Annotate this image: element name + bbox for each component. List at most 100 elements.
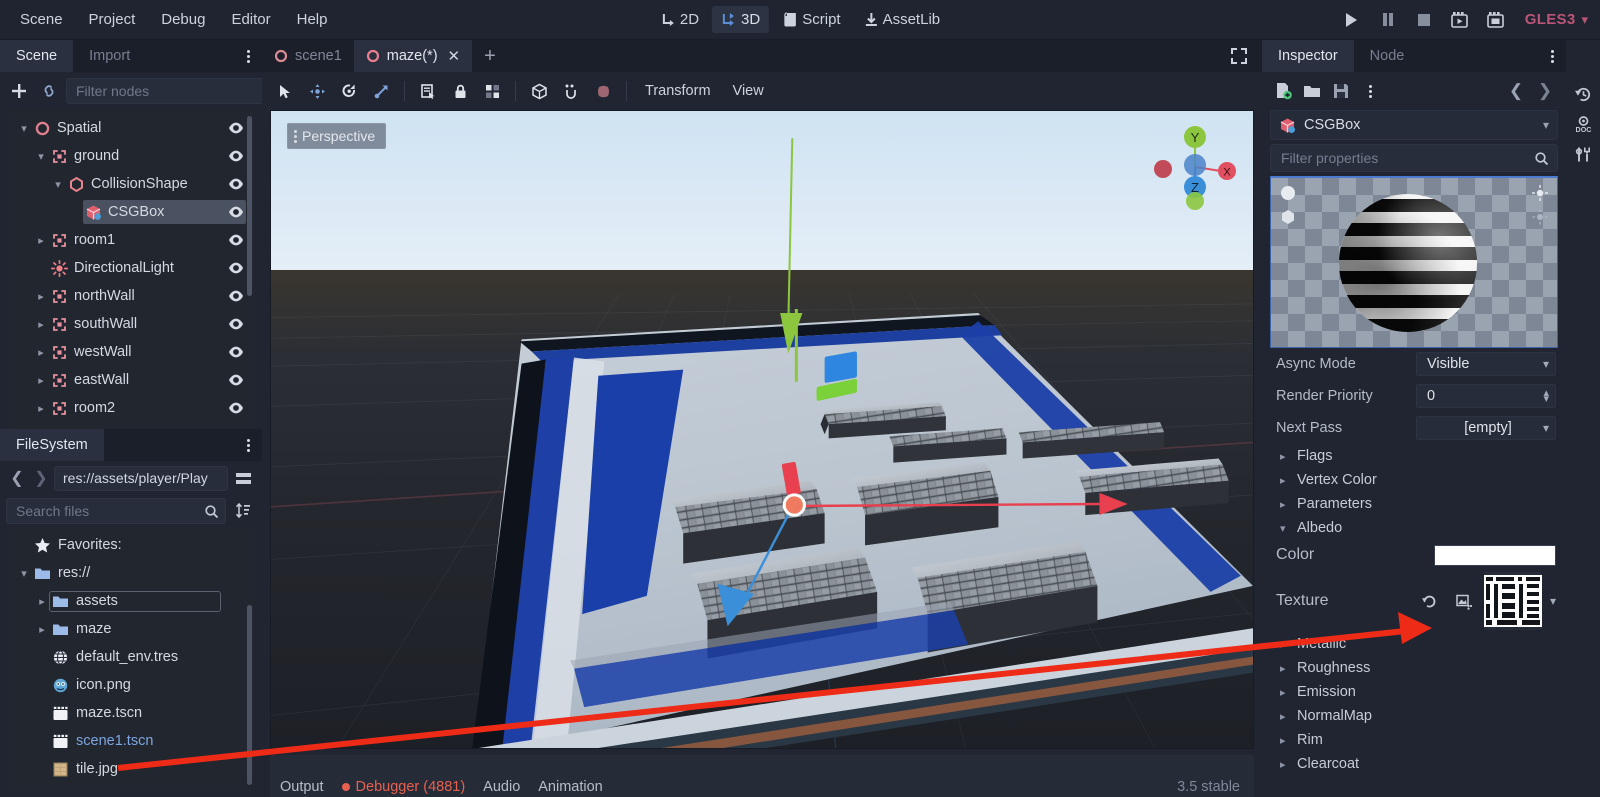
filesystem-item-icon-png[interactable]: icon.png — [8, 671, 254, 699]
scene-tree-item[interactable]: southWall — [49, 312, 246, 336]
chevron-down-icon[interactable]: ▾ — [16, 567, 32, 580]
filesystem-item-body[interactable]: scene1.tscn — [50, 732, 161, 751]
filter-properties-field[interactable] — [1270, 144, 1558, 172]
filesystem-item-body[interactable]: Favorites: — [32, 536, 130, 555]
preview-light-2-button[interactable] — [1531, 208, 1549, 226]
instance-child-scene-button[interactable] — [36, 78, 62, 104]
property-select-next-pass[interactable]: [empty] ▾ — [1416, 416, 1556, 440]
section-vertex-color[interactable]: ▸ Vertex Color — [1262, 468, 1566, 492]
filesystem-item-maze[interactable]: ▸ maze — [8, 615, 254, 643]
chevron-right-icon[interactable]: ▸ — [33, 346, 49, 359]
preview-sphere-shape-button[interactable] — [1279, 184, 1297, 202]
filesystem-item-favorites-[interactable]: Favorites: — [8, 531, 254, 559]
preview-light-1-button[interactable] — [1531, 184, 1549, 202]
scene-tree-item[interactable]: Spatial — [32, 116, 246, 140]
scene-tree[interactable]: ▾ Spatial ▾ ground ▾ CollisionShape CSGBox ▸ roo… — [8, 110, 254, 429]
chevron-right-icon[interactable]: ▸ — [33, 374, 49, 387]
3d-viewport[interactable]: Perspective Y X Z — [270, 110, 1254, 749]
mode-button-2d[interactable]: 2D — [651, 6, 708, 33]
spinner-icon[interactable]: ▴ ▾ — [1543, 387, 1549, 404]
history-prev-button[interactable]: ❮ — [1503, 78, 1529, 104]
filesystem-item-assets[interactable]: ▸ assets — [8, 587, 254, 615]
scene-tree-row-room2[interactable]: ▸ room2 — [8, 394, 254, 422]
visibility-icon[interactable] — [228, 372, 244, 388]
menu-scene[interactable]: Scene — [8, 5, 75, 34]
scene-tree-row-northwall[interactable]: ▸ northWall — [8, 282, 254, 310]
scene-tree-row-westwall[interactable]: ▸ westWall — [8, 338, 254, 366]
filter-nodes-input[interactable] — [76, 83, 257, 99]
scene-tree-item[interactable]: DirectionalLight — [49, 256, 246, 280]
chevron-right-icon[interactable]: ▸ — [33, 402, 49, 415]
texture-dropdown-caret[interactable]: ▾ — [1550, 594, 1556, 608]
mode-button-3d[interactable]: 3D — [712, 6, 770, 33]
filesystem-dock-menu-button[interactable] — [241, 429, 256, 461]
tool-lock-button[interactable] — [445, 77, 475, 105]
scene-tree-row-southwall[interactable]: ▸ southWall — [8, 310, 254, 338]
chevron-right-icon[interactable]: ▸ — [33, 318, 49, 331]
bottom-tab-output[interactable]: Output — [280, 779, 324, 795]
section-normalmap[interactable]: ▸ NormalMap — [1262, 704, 1566, 728]
visibility-icon[interactable] — [228, 148, 244, 164]
visibility-icon[interactable] — [228, 288, 244, 304]
property-spinbox-render-priority[interactable]: 0 ▴ ▾ — [1416, 384, 1556, 408]
filesystem-item-tile-jpg[interactable]: tile.jpg — [8, 755, 254, 783]
history-button[interactable] — [1569, 80, 1597, 108]
pause-button[interactable] — [1371, 5, 1405, 35]
stop-button[interactable] — [1407, 5, 1441, 35]
scene-tree-row-spatial[interactable]: ▾ Spatial — [8, 114, 254, 142]
menu-project[interactable]: Project — [77, 5, 148, 34]
visibility-icon[interactable] — [228, 176, 244, 192]
scene-tab-scene1[interactable]: scene1 — [262, 40, 354, 72]
bottom-tab-audio[interactable]: Audio — [483, 779, 520, 795]
bottom-tab-debugger[interactable]: Debugger (4881) — [341, 779, 465, 795]
resource-menu-button[interactable] — [1357, 78, 1383, 104]
section-parameters[interactable]: ▸ Parameters — [1262, 492, 1566, 516]
menu-debug[interactable]: Debug — [149, 5, 217, 34]
tool-rotate-button[interactable] — [334, 77, 364, 105]
save-resource-button[interactable] — [1328, 78, 1354, 104]
section-metallic[interactable]: ▸ Metallic — [1262, 632, 1566, 656]
inspector-dock-menu-button[interactable] — [1545, 40, 1560, 72]
tool-camera-preview-button[interactable] — [588, 77, 618, 105]
tab-inspector[interactable]: Inspector — [1262, 40, 1354, 72]
scene-tree-item[interactable]: northWall — [49, 284, 246, 308]
visibility-icon[interactable] — [228, 344, 244, 360]
tool-group-button[interactable] — [477, 77, 507, 105]
tool-local-space-button[interactable] — [524, 77, 554, 105]
sort-files-button[interactable] — [230, 498, 256, 524]
section-flags[interactable]: ▸ Flags — [1262, 444, 1566, 468]
play-custom-scene-button[interactable] — [1479, 5, 1513, 35]
scene-tree-item[interactable]: ground — [49, 144, 246, 168]
scene-dock-menu-button[interactable] — [241, 40, 256, 72]
documentation-button[interactable]: DOC — [1569, 110, 1597, 138]
mode-button-script[interactable]: Script — [773, 6, 849, 33]
nav-forward-button[interactable]: ❯ — [30, 466, 52, 490]
filter-nodes-field[interactable] — [66, 78, 283, 104]
tab-filesystem[interactable]: FileSystem — [0, 429, 104, 461]
menu-editor[interactable]: Editor — [219, 5, 282, 34]
filesystem-tree[interactable]: Favorites: ▾ res:// ▸ assets ▸ maze default_env… — [8, 527, 254, 791]
scene-tree-item[interactable]: CollisionShape — [66, 172, 246, 196]
filesystem-item-res-[interactable]: ▾ res:// — [8, 559, 254, 587]
visibility-icon[interactable] — [228, 260, 244, 276]
visibility-icon[interactable] — [228, 316, 244, 332]
bottom-tab-animation[interactable]: Animation — [538, 779, 602, 795]
scene-tree-row-csgbox[interactable]: CSGBox — [8, 198, 254, 226]
filesystem-item-body[interactable]: maze.tscn — [50, 704, 150, 723]
chevron-right-icon[interactable]: ▸ — [34, 623, 50, 636]
transform-menu-button[interactable]: Transform — [635, 78, 721, 104]
albedo-color-swatch[interactable] — [1434, 544, 1556, 566]
scene-tree-row-eastwall[interactable]: ▸ eastWall — [8, 366, 254, 394]
load-resource-button[interactable] — [1299, 78, 1325, 104]
visibility-icon[interactable] — [228, 232, 244, 248]
nav-back-button[interactable]: ❮ — [6, 466, 28, 490]
section-emission[interactable]: ▸ Emission — [1262, 680, 1566, 704]
menu-help[interactable]: Help — [285, 5, 340, 34]
property-select-async-mode[interactable]: Visible ▾ — [1416, 352, 1556, 376]
scene-tree-row-directionallight[interactable]: DirectionalLight — [8, 254, 254, 282]
tool-list-select-button[interactable] — [413, 77, 443, 105]
play-scene-button[interactable] — [1443, 5, 1477, 35]
tool-move-button[interactable] — [302, 77, 332, 105]
filter-properties-input[interactable] — [1281, 150, 1528, 166]
inspector-properties[interactable]: Async Mode Visible ▾ Render Priority 0 ▴ ▾ Next… — [1262, 176, 1566, 797]
